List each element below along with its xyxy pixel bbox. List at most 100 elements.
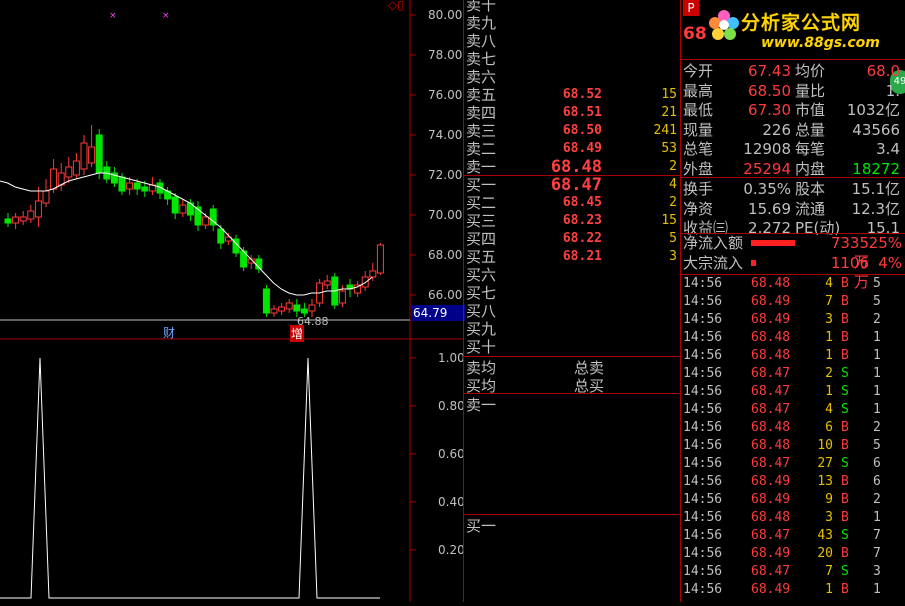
candle-body [361,276,369,288]
y-tick-label: 80.00 [428,8,462,22]
tick-price: 68.48 [751,510,791,525]
quote-row: 总笔 12908 每笔 3.4 [681,140,905,159]
tick-time: 14:56 [683,546,723,561]
finance-marker[interactable]: 财 [163,324,175,341]
quote-value: 226 [762,120,791,139]
book-level-volume: 4 [669,177,677,192]
tick-price: 68.47 [751,402,791,417]
brand-url[interactable]: www.88gs.com [761,35,880,51]
sell-level-row[interactable]: 卖六 [464,68,681,86]
buy-level-row[interactable]: 买七 [464,284,681,302]
tick-row[interactable]: 14:56 68.47 4 S 1 [681,401,905,419]
kline-chart-svg[interactable]: 80.00 78.00 76.00 74.00 72.00 70.00 68.00 66.00… [0,0,465,602]
candle-body [141,186,149,192]
book-level-volume: 53 [661,141,677,156]
tick-row[interactable]: 14:56 68.48 10 B 5 [681,437,905,455]
order-book: 卖十 卖九 卖八 卖七 卖六 卖五 68.52 15 卖四 68.51 21 卖三 68.50 241 卖二… [463,0,681,602]
tick-side: B [841,474,849,489]
flow-bar [751,240,795,246]
quote-row: 今开 67.43 均价 68.0 [681,62,905,81]
y-tick-label: 74.00 [428,128,462,142]
tick-time: 14:56 [683,456,723,471]
quote-value: 3.4 [876,140,900,158]
book-level-label: 卖五 [466,86,497,104]
sell-level-row[interactable]: 卖一 68.48 2 [464,158,681,176]
tick-count: 5 [873,276,881,291]
sell-level-row[interactable]: 卖三 68.50 241 [464,122,681,140]
buy-level-row[interactable]: 买一 68.47 4 [464,176,681,194]
sell-level-row[interactable]: 卖九 [464,14,681,32]
tick-price: 68.49 [751,546,791,561]
buy-level-row[interactable]: 买九 [464,320,681,338]
sell-level-row[interactable]: 卖二 68.49 53 [464,140,681,158]
tick-row[interactable]: 14:56 68.48 4 B 5 [681,275,905,293]
quote-label: 量比 [795,81,826,100]
kline-chart-area[interactable]: 80.00 78.00 76.00 74.00 72.00 70.00 68.00 66.00… [0,0,465,602]
tick-side: B [841,510,849,525]
tick-time: 14:56 [683,384,723,399]
buy-level-row[interactable]: 买八 [464,302,681,320]
buy-level-row[interactable]: 买四 68.22 5 [464,230,681,248]
tick-count: 5 [873,438,881,453]
sell-level-row[interactable]: 卖四 68.51 21 [464,104,681,122]
candle-body [285,302,293,310]
queue-divider [464,393,681,394]
tick-row[interactable]: 14:56 68.49 1 B 1 [681,581,905,599]
tick-row[interactable]: 14:56 68.49 7 B 5 [681,293,905,311]
tick-row[interactable]: 14:56 68.48 6 B 2 [681,419,905,437]
book-level-price: 68.49 [562,141,602,156]
quote-label: 内盘 [795,159,826,178]
tick-count: 1 [873,348,881,363]
tick-row[interactable]: 14:56 68.47 7 S 3 [681,563,905,581]
book-level-label: 卖十 [466,0,497,14]
quote-value: 1032亿 [846,101,900,119]
y-tick-label: 78.00 [428,48,462,62]
quote-value: 1. [885,81,900,100]
buy-level-row[interactable]: 买十 [464,338,681,356]
tick-price: 68.47 [751,456,791,471]
tick-row[interactable]: 14:56 68.47 43 S 7 [681,527,905,545]
tick-row[interactable]: 14:56 68.49 20 B 7 [681,545,905,563]
tick-row[interactable]: 14:56 68.47 2 S 1 [681,365,905,383]
sell-level-row[interactable]: 卖八 [464,32,681,50]
quote-label: 每笔 [795,140,826,158]
tick-row[interactable]: 14:56 68.49 13 B 6 [681,473,905,491]
tick-row[interactable]: 14:56 68.47 27 S 6 [681,455,905,473]
book-level-label: 卖一 [466,158,497,176]
tick-row[interactable]: 14:56 68.48 1 B 1 [681,347,905,365]
tick-volume: 27 [817,456,833,471]
quote-label: 最高 [683,81,714,100]
sell-level-row[interactable]: 卖五 68.52 15 [464,86,681,104]
y-tick-label: 76.00 [428,88,462,102]
sell-level-row[interactable]: 卖七 [464,50,681,68]
tick-time: 14:56 [683,510,723,525]
tick-row[interactable]: 14:56 68.49 3 B 2 [681,311,905,329]
tick-row[interactable]: 14:56 68.49 9 B 2 [681,491,905,509]
buy-level-row[interactable]: 买三 68.23 15 [464,212,681,230]
buy-level-row[interactable]: 买六 [464,266,681,284]
book-level-label: 买十 [466,338,497,356]
tick-price: 68.49 [751,582,791,597]
candle-body [308,304,316,312]
tick-row[interactable]: 14:56 68.48 3 B 1 [681,509,905,527]
signal-marker: × [109,11,117,21]
quote-value: 68.50 [748,81,791,100]
sell-level-row[interactable]: 卖十 [464,0,681,14]
quote-value: 18272 [852,159,900,178]
tick-price: 68.49 [751,294,791,309]
tick-price: 68.48 [751,348,791,363]
tick-count: 1 [873,366,881,381]
tick-volume: 1 [825,582,833,597]
candle-body [34,200,42,218]
buy-level-row[interactable]: 买二 68.45 2 [464,194,681,212]
tick-time: 14:56 [683,294,723,309]
buy-level-row[interactable]: 买五 68.21 3 [464,248,681,266]
tick-row[interactable]: 14:56 68.47 1 S 1 [681,383,905,401]
quote-divider [681,177,905,178]
quote-row: 最低 67.30 市值 1032亿 [681,101,905,120]
tick-price: 68.47 [751,528,791,543]
quote-row: 净资 15.69 流通 12.3亿 [681,200,905,219]
candle-body [118,176,126,192]
window-controls-icon[interactable]: ◇▯ [388,0,404,12]
tick-row[interactable]: 14:56 68.48 1 B 1 [681,329,905,347]
